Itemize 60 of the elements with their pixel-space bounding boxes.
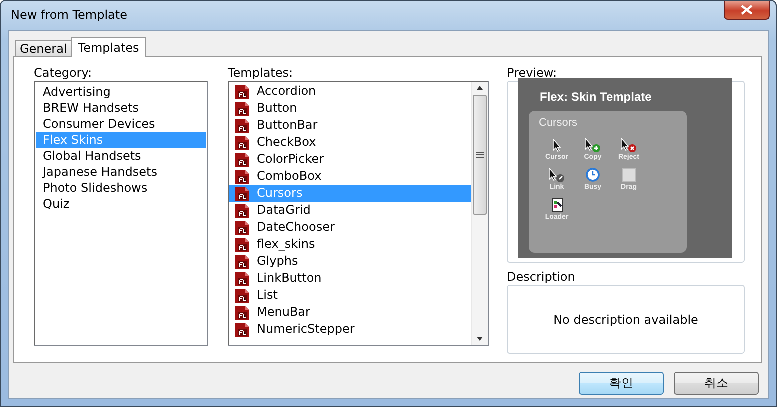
flash-file-icon	[234, 118, 250, 134]
dialog-button[interactable]: 확인	[579, 372, 664, 395]
category-item[interactable]: Consumer Devices	[36, 116, 206, 132]
flash-file-icon	[234, 304, 250, 320]
preview-title: Flex: Skin Template	[540, 90, 653, 104]
tab[interactable]: Templates	[71, 37, 146, 57]
scrollbar[interactable]	[471, 82, 488, 345]
description-label: Description	[507, 271, 576, 283]
description-text: No description available	[554, 312, 698, 326]
flash-file-icon	[234, 254, 250, 270]
flash-file-icon	[234, 134, 250, 150]
copy-cursor-icon	[585, 138, 601, 152]
template-item[interactable]: NumericStepper	[256, 321, 471, 338]
template-item[interactable]: flex_skins	[256, 236, 471, 253]
template-item[interactable]: Glyphs	[256, 253, 471, 270]
flash-file-icon	[234, 236, 250, 252]
tab[interactable]: General	[15, 40, 72, 57]
template-item[interactable]: DataGrid	[256, 202, 471, 219]
drag-cursor-icon	[622, 168, 636, 182]
template-item[interactable]: LinkButton	[256, 270, 471, 287]
reject-cursor-icon	[621, 138, 637, 152]
busy-cursor-icon	[586, 168, 600, 182]
category-item[interactable]: Japanese Handsets	[36, 164, 206, 180]
grip-icon	[476, 152, 484, 158]
flash-file-icon	[234, 202, 250, 218]
category-item[interactable]: Global Handsets	[36, 148, 206, 164]
dialog-button[interactable]: 취소	[674, 372, 759, 395]
category-item[interactable]: BREW Handsets	[36, 100, 206, 116]
preview-label: Preview:	[507, 67, 558, 79]
category-item[interactable]: Advertising	[36, 84, 206, 100]
template-item[interactable]: DateChooser	[256, 219, 471, 236]
close-icon	[741, 5, 753, 15]
flash-file-icon	[234, 100, 250, 116]
templates-label: Templates:	[228, 67, 294, 79]
flash-file-icon	[234, 288, 250, 304]
flash-file-icon	[234, 220, 250, 236]
template-item[interactable]: Accordion	[256, 83, 471, 100]
category-label: Category:	[34, 67, 93, 79]
window-title: New from Template	[11, 8, 128, 22]
scroll-thumb[interactable]	[473, 95, 487, 215]
flash-file-icon	[234, 152, 250, 168]
flash-file-icon	[234, 322, 250, 338]
flash-file-icon	[234, 168, 250, 184]
category-item[interactable]: Photo Slideshows	[36, 180, 206, 196]
template-item[interactable]: CheckBox	[256, 134, 471, 151]
template-item[interactable]: MenuBar	[256, 304, 471, 321]
template-item[interactable]: List	[256, 287, 471, 304]
template-item[interactable]: ComboBox	[256, 168, 471, 185]
section-title: Cursors	[539, 117, 579, 129]
template-item[interactable]: ButtonBar	[256, 117, 471, 134]
flash-file-icon	[234, 270, 250, 286]
link-cursor-icon	[549, 168, 565, 182]
arrow-cursor-icon	[553, 139, 561, 152]
flash-file-icon	[234, 186, 250, 202]
close-button[interactable]	[724, 1, 770, 20]
flash-file-icon	[234, 84, 250, 100]
category-item[interactable]: Quiz	[36, 196, 206, 212]
template-item[interactable]: ColorPicker	[256, 151, 471, 168]
template-item[interactable]: Button	[256, 100, 471, 117]
loader-cursor-icon	[552, 198, 562, 212]
